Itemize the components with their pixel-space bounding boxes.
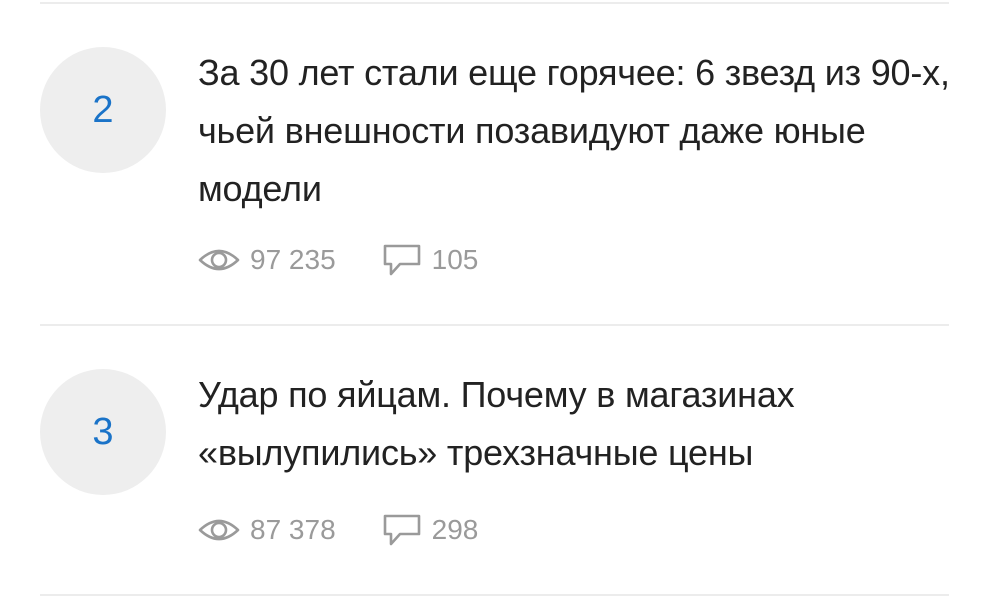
views-count: 97 235 — [250, 244, 336, 275]
comments-stat[interactable]: 105 — [382, 242, 479, 278]
top-divider — [40, 2, 949, 4]
rank-badge: 2 — [40, 47, 166, 173]
article-stats: 97 235 105 — [198, 240, 478, 280]
article-title[interactable]: За 30 лет стали еще горячее: 6 звезд из … — [198, 44, 958, 218]
comments-stat[interactable]: 298 — [382, 512, 479, 548]
rank-number: 2 — [92, 88, 114, 131]
article-divider — [40, 324, 949, 326]
comments-count: 298 — [431, 514, 479, 545]
eye-icon — [198, 245, 240, 275]
article-stats: 87 378 298 — [198, 510, 478, 550]
rank-number: 3 — [92, 410, 114, 453]
views-stat: 87 378 — [198, 514, 336, 546]
comments-count: 105 — [431, 244, 479, 275]
bottom-divider — [40, 594, 949, 596]
comment-icon — [382, 512, 422, 548]
eye-icon — [198, 515, 240, 545]
views-count: 87 378 — [250, 514, 336, 545]
article-title[interactable]: Удар по яйцам. Почему в магазинах «вылуп… — [198, 366, 958, 482]
views-stat: 97 235 — [198, 244, 336, 276]
comment-icon — [382, 242, 422, 278]
rank-badge: 3 — [40, 369, 166, 495]
